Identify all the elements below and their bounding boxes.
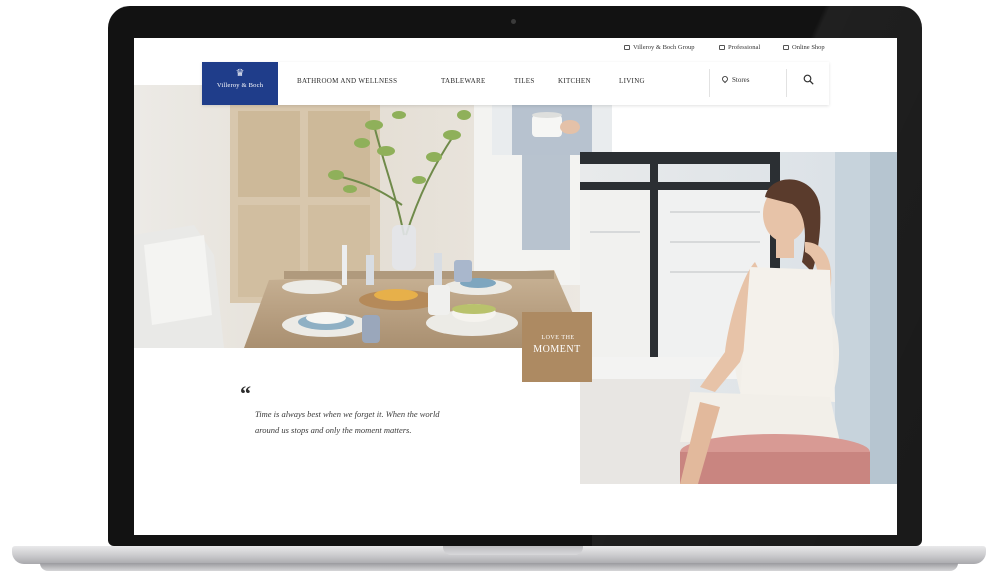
nav-tableware[interactable]: TABLEWARE xyxy=(441,77,486,85)
nav-tiles[interactable]: TILES xyxy=(514,77,535,85)
header-divider xyxy=(709,69,710,97)
webcam xyxy=(511,19,516,24)
nav-bathroom-and-wellness[interactable]: BATHROOM AND WELLNESS xyxy=(297,77,397,85)
quote-text: Time is always best when we forget it. W… xyxy=(255,409,440,435)
nav-kitchen[interactable]: KITCHEN xyxy=(558,77,591,85)
briefcase-icon xyxy=(719,45,725,50)
header-divider xyxy=(786,69,787,97)
love-the-moment-badge: LOVE THE MOMENT xyxy=(522,312,592,382)
shopping-bag-icon xyxy=(783,45,789,50)
brand-wordmark: Villeroy & Boch xyxy=(216,82,264,89)
professional-link[interactable]: Professional xyxy=(719,44,760,51)
building-icon xyxy=(624,45,630,50)
badge-line-the: THE xyxy=(561,335,575,341)
badge-line-love: LOVE xyxy=(541,335,560,341)
laptop-base-edge xyxy=(40,563,958,571)
stores-link[interactable]: Stores xyxy=(720,74,750,84)
group-link[interactable]: Villeroy & Boch Group xyxy=(624,44,695,51)
map-pin-icon xyxy=(720,74,730,84)
pot-photo xyxy=(492,105,612,155)
crest-icon: ♛ xyxy=(235,68,245,79)
brand-logo[interactable]: ♛ Villeroy & Boch xyxy=(202,62,278,105)
nav-living[interactable]: LIVING xyxy=(619,77,645,85)
website-screen: LOVE THE MOMENT “ Time is always best whe… xyxy=(134,38,897,535)
laptop-notch xyxy=(443,546,583,555)
badge-line-moment: MOMENT xyxy=(533,344,581,355)
woman-photo xyxy=(580,152,897,484)
online-shop-link[interactable]: Online Shop xyxy=(783,44,825,51)
search-icon[interactable] xyxy=(803,74,814,85)
quote-mark: “ xyxy=(240,381,251,406)
